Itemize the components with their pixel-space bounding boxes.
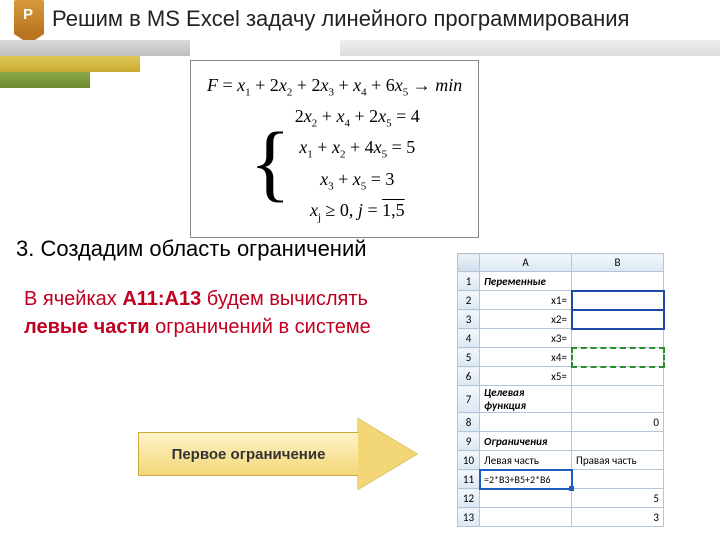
excel-row-9[interactable]: 9: [458, 432, 480, 451]
para-mid: будем вычислять: [201, 288, 368, 310]
cell-A3[interactable]: x2=: [480, 310, 572, 329]
body-paragraph: В ячейках А11:А13 будем вычислять левые …: [24, 285, 404, 341]
excel-row-6[interactable]: 6: [458, 367, 480, 386]
formula-objective: F = x1 + 2x2 + 2x3 + x4 + 6x5 → min: [207, 71, 462, 102]
cell-B5[interactable]: [572, 348, 664, 367]
formula-nonneg: xj ≥ 0, j = 1,5: [295, 196, 420, 227]
cell-A1[interactable]: Переменные: [480, 272, 572, 291]
cell-B6[interactable]: [572, 367, 664, 386]
excel-row-11[interactable]: 11: [458, 470, 480, 489]
decor-band-green: [0, 72, 90, 88]
excel-row-4[interactable]: 4: [458, 329, 480, 348]
excel-row-1[interactable]: 1: [458, 272, 480, 291]
para-bold2: левые части: [24, 316, 150, 338]
decor-band-gray-right: [340, 40, 720, 56]
arrow-head-icon: [357, 418, 417, 490]
badge-letter: P: [23, 6, 33, 23]
cell-A8[interactable]: [480, 413, 572, 432]
formula-constraint-2: x1 + x2 + 4x5 = 5: [295, 133, 420, 164]
slide-title: Решим в MS Excel задачу линейного програ…: [52, 6, 629, 32]
excel-row-13[interactable]: 13: [458, 508, 480, 527]
arrow-label: Первое ограничение: [138, 432, 358, 476]
formula-constraint-1: 2x2 + x4 + 2x5 = 4: [295, 102, 420, 133]
step-heading: 3. Создадим область ограничений: [16, 236, 367, 262]
cell-B12[interactable]: 5: [572, 489, 664, 508]
cell-A12[interactable]: [480, 489, 572, 508]
arrow-callout: Первое ограничение: [138, 418, 418, 490]
excel-col-B[interactable]: B: [572, 254, 664, 272]
cell-B9[interactable]: [572, 432, 664, 451]
excel-row-2[interactable]: 2: [458, 291, 480, 310]
formula-constraint-3: x3 + x5 = 3: [295, 165, 420, 196]
excel-row-8[interactable]: 8: [458, 413, 480, 432]
cell-B2[interactable]: [572, 291, 664, 310]
formula-box: F = x1 + 2x2 + 2x3 + x4 + 6x5 → min { 2x…: [190, 60, 479, 238]
cell-A9[interactable]: Ограничения: [480, 432, 572, 451]
cell-A7[interactable]: Целевая функция: [480, 386, 572, 413]
para-cellrange: А11:А13: [122, 288, 201, 310]
slide-badge: P: [14, 0, 44, 34]
decor-band-gray: [0, 40, 190, 56]
excel-row-5[interactable]: 5: [458, 348, 480, 367]
excel-row-7[interactable]: 7: [458, 386, 480, 413]
excel-col-A[interactable]: A: [480, 254, 572, 272]
excel-row-12[interactable]: 12: [458, 489, 480, 508]
cell-B7[interactable]: [572, 386, 664, 413]
cell-B10[interactable]: Правая часть: [572, 451, 664, 470]
para-post: ограничений в системе: [150, 316, 371, 338]
excel-row-3[interactable]: 3: [458, 310, 480, 329]
cell-A2[interactable]: x1=: [480, 291, 572, 310]
cell-B11[interactable]: [572, 470, 664, 489]
cell-A6[interactable]: x5=: [480, 367, 572, 386]
cell-A5[interactable]: x4=: [480, 348, 572, 367]
cell-B1[interactable]: [572, 272, 664, 291]
decor-band-yellow: [0, 56, 140, 72]
para-pre: В ячейках: [24, 288, 122, 310]
cell-A11[interactable]: =2*B3+B5+2*B6: [480, 470, 572, 489]
excel-row-10[interactable]: 10: [458, 451, 480, 470]
excel-grid: A B 1 Переменные 2 x1= 3 x2= 4 x3= 5 x4=…: [457, 253, 664, 527]
excel-corner[interactable]: [458, 254, 480, 272]
cell-A4[interactable]: x3=: [480, 329, 572, 348]
cell-B13[interactable]: 3: [572, 508, 664, 527]
cell-B4[interactable]: [572, 329, 664, 348]
cell-B3[interactable]: [572, 310, 664, 329]
cell-A13[interactable]: [480, 508, 572, 527]
cell-A10[interactable]: Левая часть: [480, 451, 572, 470]
cell-B8[interactable]: 0: [572, 413, 664, 432]
